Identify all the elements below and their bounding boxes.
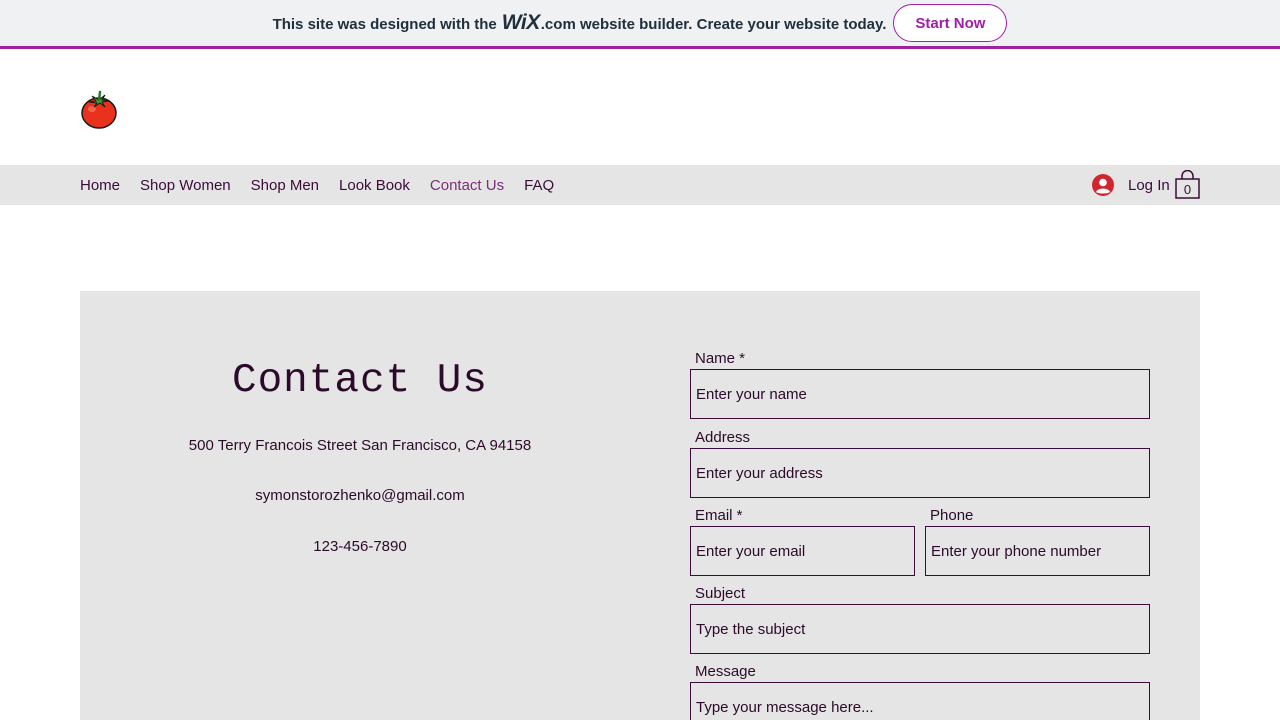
phone-input[interactable] [925,526,1150,576]
nav-item-shop-women[interactable]: Shop Women [140,177,231,194]
subject-label: Subject [695,585,746,602]
contact-address: 500 Terry Francois Street San Francisco,… [188,437,532,454]
cart-count: 0 [1183,182,1192,197]
user-avatar-icon [1092,174,1114,196]
wix-banner-text: This site was designed with the WiX .com… [273,11,887,35]
message-label: Message [695,663,756,680]
wix-banner-text-before: This site was designed with the [272,16,497,33]
cart-button[interactable]: 0 [1175,169,1200,199]
phone-label: Phone [930,507,974,524]
page-title: Contact Us [231,358,489,404]
tomato-icon [81,90,117,129]
nav-item-faq[interactable]: FAQ [524,177,554,194]
subject-input[interactable] [690,604,1150,654]
site-logo[interactable] [80,90,118,130]
nav-item-shop-men[interactable]: Shop Men [251,177,319,194]
start-now-button[interactable]: Start Now [893,4,1008,42]
name-label: Name * [695,350,746,367]
nav-bar: Home Shop Women Shop Men Look Book Conta… [0,165,1280,205]
contact-email: symonstorozhenko@gmail.com [255,487,465,504]
address-input[interactable] [690,448,1150,498]
nav-menu: Home Shop Women Shop Men Look Book Conta… [80,165,574,205]
name-input[interactable] [690,369,1150,419]
contact-panel [80,291,1200,720]
wix-banner-text-after: .com website builder. Create your websit… [540,16,887,33]
wix-logo: WiX [501,11,540,34]
nav-item-home[interactable]: Home [80,177,120,194]
email-input[interactable] [690,526,915,576]
wix-banner: This site was designed with the WiX .com… [0,0,1280,49]
address-label: Address [695,429,751,446]
message-textarea[interactable] [690,682,1150,720]
login-button[interactable]: Log In [1092,165,1170,205]
nav-item-look-book[interactable]: Look Book [339,177,410,194]
nav-item-contact-us[interactable]: Contact Us [430,177,504,194]
contact-phone: 123-456-7890 [313,538,407,555]
login-label: Log In [1128,176,1170,194]
email-label: Email * [695,507,743,524]
